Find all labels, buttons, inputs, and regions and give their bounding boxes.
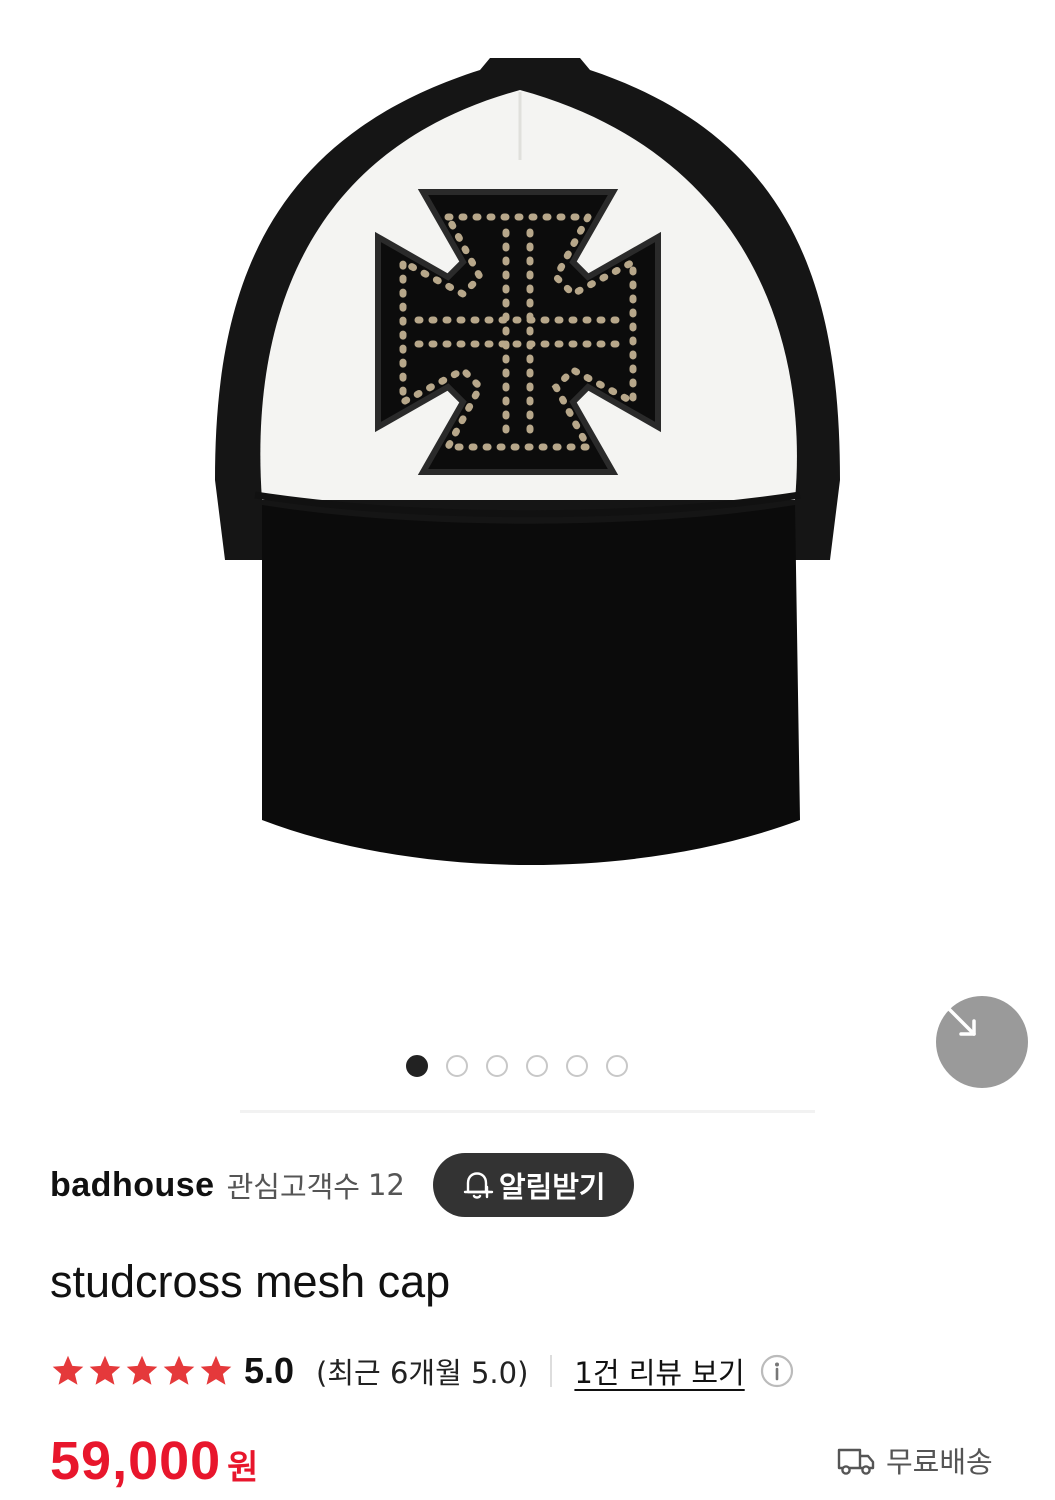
rating-stars (50, 1353, 234, 1389)
star-icon (163, 1355, 195, 1385)
shipping-info: 무료배송 (836, 1436, 993, 1484)
star-icon (52, 1355, 84, 1385)
star-icon (200, 1355, 232, 1385)
brand-row: badhouse 관심고객수 12 알림받기 (50, 1152, 634, 1218)
fans-count: 12 (367, 1168, 405, 1202)
bell-plus-icon (463, 1172, 494, 1199)
carousel-dot[interactable] (606, 1055, 628, 1077)
carousel-dot[interactable] (526, 1055, 548, 1077)
info-icon[interactable] (759, 1353, 795, 1389)
price-amount: 59,000 (50, 1431, 222, 1491)
rating-row: 5.0 (최근 6개월 5.0) 1건 리뷰 보기 (50, 1344, 795, 1398)
product-image (215, 58, 840, 865)
carousel-dot[interactable] (406, 1055, 428, 1077)
fans-label: 관심고객수 (226, 1170, 360, 1204)
price-currency: 원 (227, 1448, 259, 1488)
rating-score: 5.0 (244, 1350, 295, 1391)
product-title: studcross mesh cap (50, 1256, 451, 1307)
zoom-button[interactable] (936, 996, 1028, 1088)
alert-button[interactable]: 알림받기 (432, 1153, 634, 1217)
alert-button-label: 알림받기 (498, 1170, 606, 1204)
carousel-dot[interactable] (566, 1055, 588, 1077)
divider (240, 1110, 815, 1113)
carousel-dot[interactable] (446, 1055, 468, 1077)
recent-rating: (최근 6개월 5.0) (316, 1356, 529, 1390)
star-icon (126, 1355, 158, 1385)
separator (550, 1355, 553, 1387)
brand-name[interactable]: badhouse (50, 1166, 215, 1205)
star-icon (89, 1355, 121, 1385)
review-link[interactable]: 1건 리뷰 보기 (574, 1350, 744, 1392)
truck-icon (837, 1448, 875, 1475)
carousel-pagination (406, 1053, 628, 1079)
expand-arrows-icon (940, 1000, 976, 1036)
product-image-carousel[interactable] (0, 0, 1055, 1110)
carousel-dot[interactable] (486, 1055, 508, 1077)
price-row: 59,000 원 (50, 1430, 259, 1491)
shipping-label: 무료배송 (886, 1445, 993, 1479)
